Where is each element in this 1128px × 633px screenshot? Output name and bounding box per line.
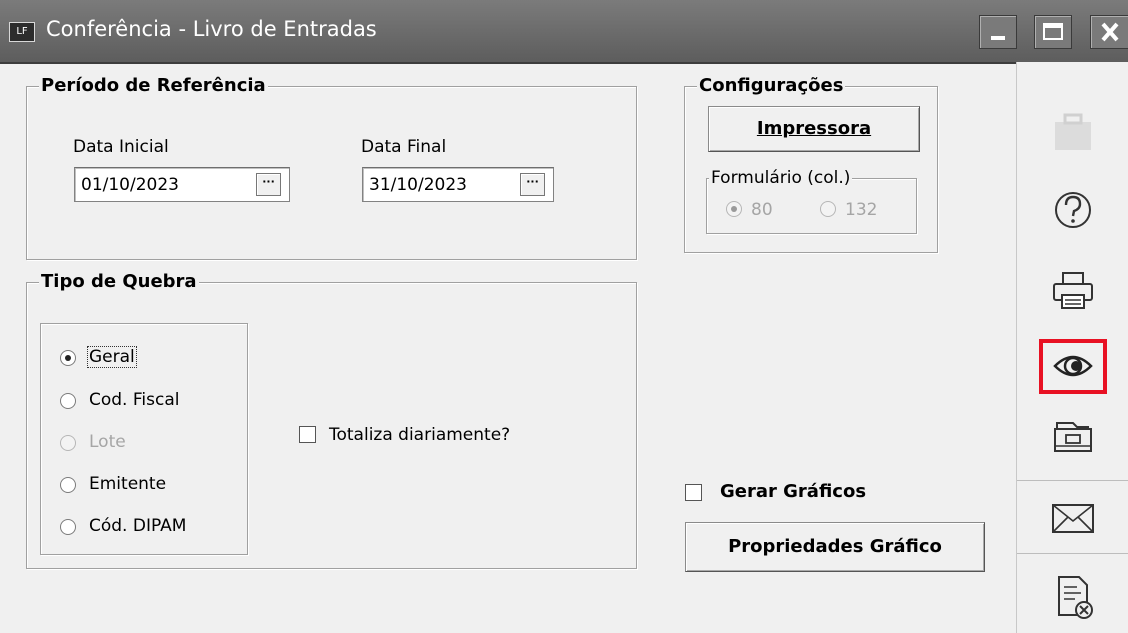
data-final-picker-button[interactable]: ··· <box>520 173 545 196</box>
data-inicial-field[interactable]: 01/10/2023 ··· <box>74 167 290 202</box>
emitente-label[interactable]: Emitente <box>89 474 166 494</box>
impressora-label: Impressora <box>756 118 872 139</box>
help-icon <box>1055 192 1091 228</box>
data-final-value: 31/10/2023 <box>369 175 467 195</box>
quebra-legend: Tipo de Quebra <box>39 271 199 292</box>
close-document-button[interactable] <box>1017 565 1128 627</box>
col-80-label: 80 <box>751 200 773 220</box>
formulario-legend: Formulário (col.) <box>709 168 853 188</box>
quebra-options-box: Geral Cod. Fiscal Lote Emitente Cód. DIP… <box>40 323 248 555</box>
print-icon <box>1053 272 1093 309</box>
archive-icon <box>1054 422 1092 452</box>
lote-label: Lote <box>89 432 126 452</box>
title-bar: LF Conferência - Livro de Entradas <box>0 0 1128 64</box>
gerar-graficos-label[interactable]: Gerar Gráficos <box>720 481 866 502</box>
data-inicial-label: Data Inicial <box>73 137 169 157</box>
configuracoes-fieldset: Configurações Impressora Formulário (col… <box>684 75 938 253</box>
right-toolbar <box>1016 62 1128 633</box>
totaliza-label[interactable]: Totaliza diariamente? <box>329 425 510 445</box>
close-document-icon <box>1058 576 1093 619</box>
maximize-button[interactable] <box>1034 15 1072 49</box>
preview-eye-icon <box>1039 339 1107 394</box>
impressora-button[interactable]: Impressora <box>708 106 920 152</box>
print-button[interactable] <box>1017 260 1128 320</box>
email-button[interactable] <box>1017 488 1128 548</box>
geral-radio[interactable] <box>60 350 76 366</box>
app-icon: LF <box>9 22 35 42</box>
totaliza-checkbox[interactable] <box>299 426 316 443</box>
preview-button[interactable] <box>1017 331 1128 401</box>
minimize-button[interactable] <box>979 15 1017 49</box>
help-button[interactable] <box>1017 180 1128 240</box>
archive-button[interactable] <box>1017 407 1128 467</box>
email-icon <box>1052 504 1094 533</box>
conferencia-window: LF Conferência - Livro de Entradas Perío… <box>0 0 1128 633</box>
toolbar-divider <box>1017 480 1128 481</box>
periodo-legend: Período de Referência <box>39 75 268 96</box>
col-132-label: 132 <box>845 200 878 220</box>
data-inicial-value: 01/10/2023 <box>81 175 179 195</box>
lote-radio[interactable] <box>60 435 76 451</box>
data-final-field[interactable]: 31/10/2023 ··· <box>362 167 554 202</box>
periodo-fieldset: Período de Referência Data Inicial 01/10… <box>26 75 637 260</box>
quebra-fieldset: Tipo de Quebra Geral Cod. Fiscal Lote Em… <box>26 271 637 569</box>
data-inicial-picker-button[interactable]: ··· <box>256 173 281 196</box>
briefcase-icon <box>1055 113 1091 150</box>
close-icon <box>1101 22 1119 42</box>
geral-label[interactable]: Geral <box>87 346 137 368</box>
col-132-radio[interactable] <box>820 201 836 217</box>
cod-dipam-label[interactable]: Cód. DIPAM <box>89 516 186 536</box>
cod-fiscal-label[interactable]: Cod. Fiscal <box>89 390 179 410</box>
briefcase-button[interactable] <box>1017 102 1128 162</box>
propriedades-grafico-button[interactable]: Propriedades Gráfico <box>685 522 985 572</box>
cod-fiscal-radio[interactable] <box>60 393 76 409</box>
formulario-fieldset: Formulário (col.) 80 132 <box>706 168 917 234</box>
close-window-button[interactable] <box>1090 15 1128 49</box>
toolbar-divider-2 <box>1017 553 1128 554</box>
data-final-label: Data Final <box>361 137 447 157</box>
emitente-radio[interactable] <box>60 477 76 493</box>
gerar-graficos-checkbox[interactable] <box>685 484 702 501</box>
cod-dipam-radio[interactable] <box>60 519 76 535</box>
maximize-icon <box>1043 23 1063 40</box>
configuracoes-legend: Configurações <box>697 75 846 96</box>
minimize-icon <box>991 36 1005 40</box>
col-80-radio[interactable] <box>726 201 742 217</box>
window-title: Conferência - Livro de Entradas <box>46 17 377 41</box>
